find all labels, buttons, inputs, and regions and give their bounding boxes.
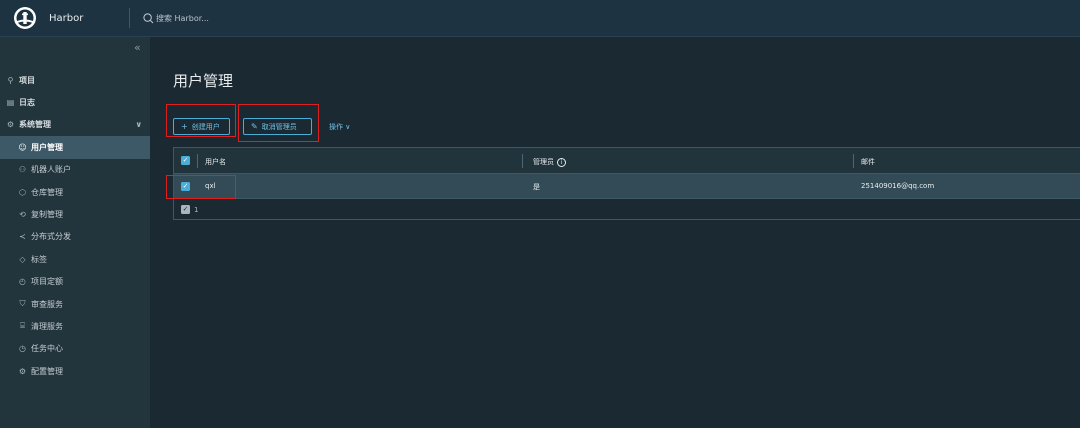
sidebar-item-label: 仓库管理 (31, 187, 63, 197)
clock-icon: ◷ (19, 344, 26, 354)
brand-name: Harbor (49, 12, 84, 24)
sidebar-item-label: 清理服务 (31, 321, 63, 331)
column-separator (853, 154, 854, 168)
sidebar-item-robot[interactable]: ⚇ 机器人账户 (0, 159, 150, 181)
table-row[interactable]: ✓ qxl 是 251409016@qq.com (174, 174, 1080, 199)
sidebar-item-label: 配置管理 (31, 366, 63, 376)
sidebar-item-label: 日志 (19, 98, 35, 108)
distribution-icon: ≺ (19, 232, 26, 242)
sidebar-item-label: 审查服务 (31, 299, 63, 309)
harbor-logo-icon (14, 7, 36, 29)
sidebar-item-label: 机器人账户 (31, 165, 71, 175)
sidebar-item-tag[interactable]: ◇ 标签 (0, 248, 150, 270)
table-header: ✓ 用户名 管理员 i 邮件 (174, 148, 1080, 174)
users-icon: ☺ (18, 142, 27, 152)
highlight-box-create-user (166, 104, 236, 137)
logs-icon: ▤ (6, 98, 15, 108)
collapse-sidebar-icon[interactable]: « (134, 41, 141, 54)
sidebar-item-trash[interactable]: ⌸ 清理服务 (0, 315, 150, 337)
sidebar-item-logs[interactable]: ▤ 日志 (0, 91, 150, 113)
column-header-admin[interactable]: 管理员 i (533, 157, 566, 167)
header-divider (129, 8, 130, 28)
replication-icon: ⟲ (19, 210, 26, 220)
selection-indicator-icon: ✓ (181, 205, 190, 214)
registry-icon: ⬡ (19, 187, 26, 197)
sidebar-item-label: 系统管理 (19, 120, 51, 130)
gear-icon: ⚙ (18, 366, 27, 376)
users-table: ✓ 用户名 管理员 i 邮件 ✓ qxl 是 251409016@qq.com ✓… (173, 147, 1080, 220)
trash-icon: ⌸ (20, 321, 25, 331)
select-all-checkbox[interactable]: ✓ (181, 156, 190, 165)
tag-icon: ◇ (19, 254, 26, 264)
info-icon[interactable]: i (557, 157, 566, 167)
robot-icon: ⚇ (18, 165, 27, 175)
chevron-down-icon: ∨ (345, 123, 351, 131)
sidebar-item-label: 标签 (31, 254, 47, 264)
search-icon (143, 12, 154, 23)
sidebar-item-label: 项目定额 (31, 277, 63, 287)
chevron-down-icon[interactable]: ∨ (136, 120, 143, 129)
email-cell: 251409016@qq.com (861, 182, 935, 190)
sidebar-item-distribution[interactable]: ≺ 分布式分发 (0, 226, 150, 248)
column-header-email[interactable]: 邮件 (861, 157, 875, 167)
sidebar-item-label: 用户管理 (31, 142, 63, 152)
sidebar-item-label: 任务中心 (31, 344, 63, 354)
search-input[interactable]: 搜索 Harbor... (143, 9, 209, 27)
admin-header-label: 管理员 (533, 158, 554, 166)
sidebar-item-quota[interactable]: ◴ 项目定额 (0, 271, 150, 293)
sidebar-item-shield[interactable]: ⛉ 审查服务 (0, 293, 150, 315)
highlight-box-revoke-admin (238, 104, 319, 142)
search-placeholder: 搜索 Harbor... (156, 13, 209, 23)
sidebar: « ⚲ 项目 ▤ 日志 ⚙ 系统管理 ∨ ☺ 用户管理 ⚇ 机器人账户 ⬡ 仓库管理 ⟲ 复制管理 ≺ 分布式分… (0, 37, 150, 428)
sidebar-item-gear[interactable]: ⚙ 配置管理 (0, 360, 150, 382)
sidebar-item-replication[interactable]: ⟲ 复制管理 (0, 203, 150, 225)
table-footer: ✓ 1 (174, 199, 1080, 220)
sidebar-item-clock[interactable]: ◷ 任务中心 (0, 338, 150, 360)
sidebar-item-projects[interactable]: ⚲ 项目 (0, 69, 150, 91)
brand[interactable]: Harbor (13, 5, 83, 31)
column-separator (197, 154, 198, 168)
highlight-box-user-row (166, 175, 236, 199)
column-header-username[interactable]: 用户名 (205, 157, 226, 167)
sidebar-item-registry[interactable]: ⬡ 仓库管理 (0, 181, 150, 203)
sidebar-nav: ⚲ 项目 ▤ 日志 ⚙ 系统管理 ∨ ☺ 用户管理 ⚇ 机器人账户 ⬡ 仓库管理 ⟲ 复制管理 ≺ 分布式分发 ◇… (0, 69, 150, 382)
operations-label: 操作 (329, 123, 343, 131)
admin-cell: 是 (533, 183, 540, 191)
selected-count: 1 (194, 206, 199, 214)
operations-dropdown[interactable]: 操作 ∨ (329, 122, 350, 132)
quota-icon: ◴ (19, 277, 26, 287)
page-title: 用户管理 (173, 72, 234, 90)
projects-icon: ⚲ (7, 75, 14, 85)
main-content: 用户管理 + 创建用户 ✎ 取消管理员 操作 ∨ ✓ 用户名 管理员 i 邮件 ✓… (150, 37, 1080, 428)
shield-icon: ⛉ (19, 299, 26, 309)
admin-icon: ⚙ (6, 120, 15, 130)
sidebar-item-label: 复制管理 (31, 210, 63, 220)
sidebar-item-admin[interactable]: ⚙ 系统管理 ∨ (0, 114, 150, 136)
sidebar-item-users[interactable]: ☺ 用户管理 (0, 136, 150, 159)
sidebar-item-label: 分布式分发 (31, 232, 71, 242)
column-separator (522, 154, 523, 168)
sidebar-item-label: 项目 (19, 75, 35, 85)
top-header: Harbor 搜索 Harbor... (0, 0, 1080, 37)
